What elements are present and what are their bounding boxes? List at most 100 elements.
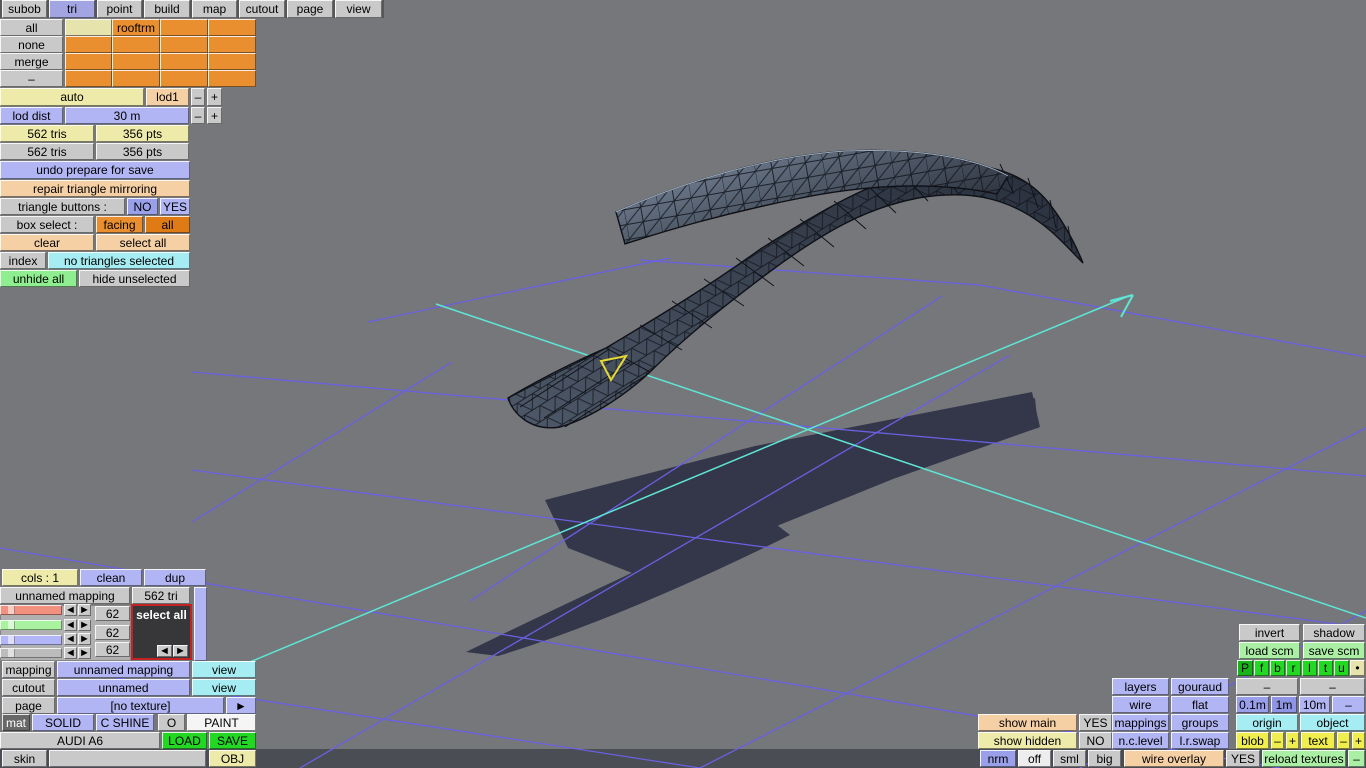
proj-dot-button[interactable]: •	[1350, 660, 1365, 676]
tab-map[interactable]: map	[192, 0, 237, 18]
nrm-big-button[interactable]: big	[1088, 750, 1121, 767]
wire-overlay-button[interactable]: wire overlay	[1124, 750, 1224, 767]
lod-auto-button[interactable]: auto	[0, 88, 144, 106]
grid-01m-button[interactable]: 0.1m	[1236, 696, 1269, 713]
mat-o-button[interactable]: O	[158, 714, 185, 731]
preview-prev-button[interactable]: ◄	[157, 645, 172, 657]
subobj-cell[interactable]	[112, 53, 160, 70]
hide-unselected-button[interactable]: hide unselected	[79, 270, 190, 287]
clear-selection-button[interactable]: clear	[0, 234, 94, 251]
subobj-cell[interactable]	[208, 53, 256, 70]
subobj-cell[interactable]	[65, 53, 112, 70]
invert-button[interactable]: invert	[1239, 624, 1300, 641]
subobj-cell[interactable]	[208, 70, 256, 87]
mat-cshine-button[interactable]: C SHINE	[96, 714, 154, 731]
unhide-all-button[interactable]: unhide all	[0, 270, 77, 287]
lrswap-button[interactable]: l.r.swap	[1171, 732, 1229, 749]
flat-button[interactable]: flat	[1171, 696, 1229, 713]
object-button[interactable]: object	[1300, 714, 1365, 731]
subobj-cell[interactable]	[160, 53, 208, 70]
green-slider[interactable]	[0, 620, 62, 630]
subobj-cell[interactable]	[160, 19, 208, 36]
car-name-button[interactable]: AUDI A6	[0, 732, 160, 749]
dash-button-2[interactable]: –	[1300, 678, 1365, 695]
tab-page[interactable]: page	[287, 0, 333, 18]
origin-button[interactable]: origin	[1236, 714, 1298, 731]
value-blue[interactable]: 62	[95, 642, 130, 657]
filter-all-button[interactable]: all	[0, 19, 63, 36]
select-all-button[interactable]: select all	[96, 234, 190, 251]
load-scm-button[interactable]: load scm	[1239, 642, 1300, 659]
filter-none-button[interactable]: none	[0, 36, 63, 53]
cols-button[interactable]: cols : 1	[2, 569, 78, 586]
show-hidden-button[interactable]: show hidden	[978, 732, 1077, 749]
mapping-list-scrollbar[interactable]	[194, 587, 207, 661]
tab-build[interactable]: build	[144, 0, 190, 18]
gray-inc-button[interactable]: ►	[78, 647, 91, 659]
show-main-button[interactable]: show main	[978, 714, 1077, 731]
box-select-facing-button[interactable]: facing	[96, 216, 143, 233]
blob-plus-button[interactable]: +	[1286, 732, 1299, 749]
page-next-button[interactable]: ►	[226, 697, 256, 714]
proj-u-button[interactable]: u	[1334, 660, 1349, 676]
triangle-buttons-no[interactable]: NO	[127, 198, 158, 215]
preview-next-button[interactable]: ►	[173, 645, 188, 657]
index-button[interactable]: index	[0, 252, 46, 269]
gouraud-button[interactable]: gouraud	[1171, 678, 1229, 695]
box-select-all-button[interactable]: all	[145, 216, 190, 233]
triangle-buttons-yes[interactable]: YES	[160, 198, 190, 215]
subobj-cell[interactable]	[112, 70, 160, 87]
reload-textures-button[interactable]: reload textures	[1262, 750, 1346, 767]
lod-level-button[interactable]: lod1	[146, 88, 189, 106]
grid-1m-button[interactable]: 1m	[1271, 696, 1297, 713]
green-dec-button[interactable]: ◄	[64, 619, 77, 631]
tab-tri[interactable]: tri	[49, 0, 95, 18]
save-scm-button[interactable]: save scm	[1303, 642, 1365, 659]
lod-plus-button[interactable]: +	[207, 88, 222, 106]
model-mesh-strip[interactable]	[507, 159, 1084, 429]
subobj-cell-rooftrm[interactable]: rooftrm	[112, 19, 160, 36]
subobj-cell[interactable]	[160, 36, 208, 53]
subobj-cell[interactable]	[208, 36, 256, 53]
show-main-toggle[interactable]: YES	[1079, 714, 1112, 731]
subobj-cell[interactable]	[208, 19, 256, 36]
mapping-view-button[interactable]: view	[192, 661, 256, 678]
tab-point[interactable]: point	[97, 0, 142, 18]
red-dec-button[interactable]: ◄	[64, 604, 77, 616]
save-button[interactable]: SAVE	[209, 732, 256, 749]
nrm-button[interactable]: nrm	[980, 750, 1016, 767]
blob-button[interactable]: blob	[1236, 732, 1269, 749]
grid-10m-button[interactable]: 10m	[1299, 696, 1330, 713]
cutout-row-value[interactable]: unnamed	[57, 679, 190, 696]
red-slider[interactable]	[0, 605, 62, 615]
subobj-cell[interactable]	[112, 36, 160, 53]
blob-minus-button[interactable]: –	[1271, 732, 1284, 749]
text-plus-button[interactable]: +	[1352, 732, 1365, 749]
gray-dec-button[interactable]: ◄	[64, 647, 77, 659]
proj-p-button[interactable]: P	[1237, 660, 1253, 676]
reload-dash-button[interactable]: –	[1348, 750, 1365, 767]
dup-button[interactable]: dup	[144, 569, 206, 586]
proj-l-button[interactable]: l	[1302, 660, 1317, 676]
proj-b-button[interactable]: b	[1270, 660, 1285, 676]
red-inc-button[interactable]: ►	[78, 604, 91, 616]
clean-button[interactable]: clean	[80, 569, 142, 586]
tab-cutout[interactable]: cutout	[239, 0, 285, 18]
mapping-row-value[interactable]: unnamed mapping	[57, 661, 190, 678]
proj-r-button[interactable]: r	[1286, 660, 1301, 676]
grid-dash-button[interactable]: –	[1332, 696, 1365, 713]
subobj-cell[interactable]	[65, 36, 112, 53]
cutout-view-button[interactable]: view	[192, 679, 256, 696]
green-inc-button[interactable]: ►	[78, 619, 91, 631]
lod-minus-button[interactable]: –	[191, 88, 205, 106]
groups-button[interactable]: groups	[1171, 714, 1229, 731]
mat-solid-button[interactable]: SOLID	[32, 714, 94, 731]
repair-mirroring-button[interactable]: repair triangle mirroring	[0, 180, 190, 197]
blue-inc-button[interactable]: ►	[78, 633, 91, 645]
wire-button[interactable]: wire	[1112, 696, 1169, 713]
load-button[interactable]: LOAD	[162, 732, 207, 749]
subobj-cell[interactable]	[65, 19, 112, 36]
shadow-button[interactable]: shadow	[1303, 624, 1365, 641]
tab-view[interactable]: view	[335, 0, 382, 18]
dash-button-1[interactable]: –	[1236, 678, 1298, 695]
